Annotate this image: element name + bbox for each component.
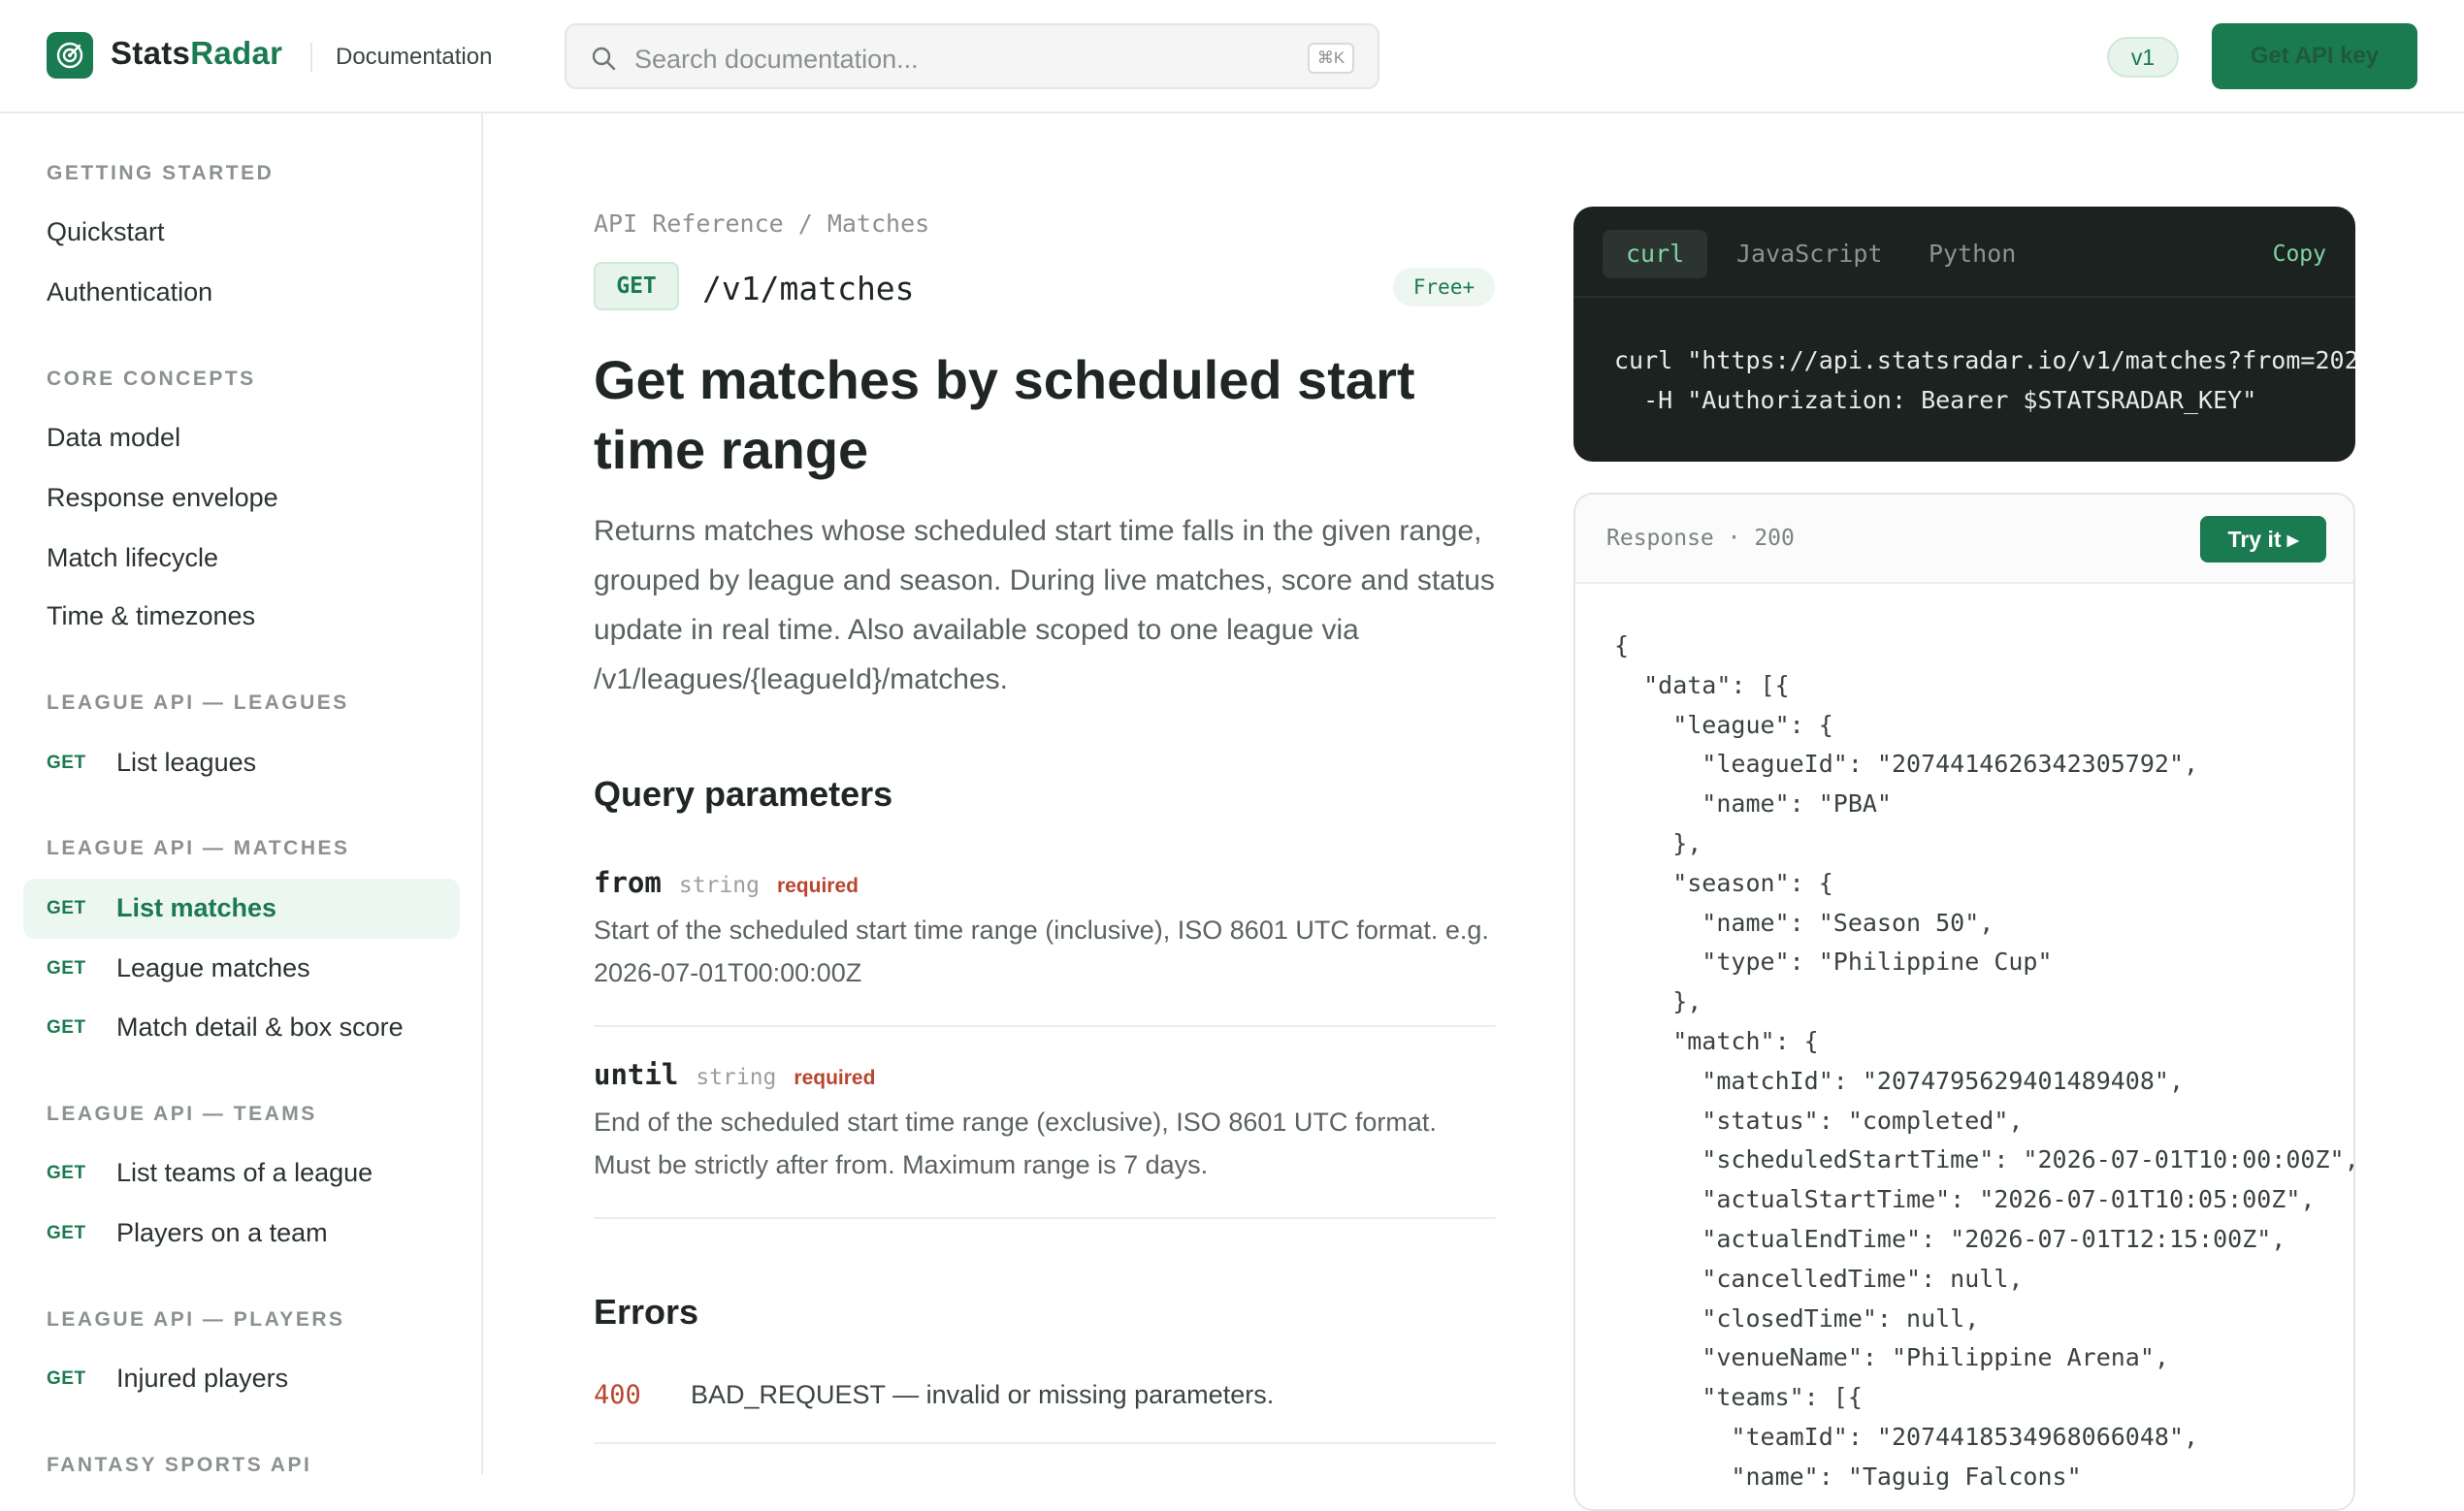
param-required-badge: required [794,1067,876,1089]
search-placeholder: Search documentation... [634,45,919,74]
query-parameters-heading: Query parameters [594,774,893,814]
try-it-button[interactable]: Try it ▸ [2200,516,2326,563]
divider [594,1217,1496,1219]
param-type: string [696,1065,777,1090]
param-until: until string required End of the scheduled… [594,1058,1496,1186]
param-name: until [594,1058,679,1091]
sidebar-item-label: Injured players [116,1364,289,1393]
sidebar-item-time-timezones[interactable]: Time & timezones [47,601,255,631]
param-description: Start of the scheduled start time range … [594,916,1489,987]
section-title: LEAGUE API — TEAMS [47,1103,317,1125]
documentation-link[interactable]: Documentation [336,44,492,71]
sidebar-item-data-model[interactable]: Data model [47,423,180,453]
section-title: LEAGUE API — LEAGUES [47,691,349,714]
section-title: FANTASY SPORTS API [47,1454,312,1474]
sidebar-item-label: League matches [116,953,310,982]
method-badge: GET [47,1223,86,1243]
search-icon [592,47,616,71]
param-required-badge: required [776,875,859,897]
tab-python[interactable]: Python [1929,230,2016,278]
divider [594,1025,1496,1027]
section-title: LEAGUE API — MATCHES [47,837,350,859]
sidebar-item-quickstart[interactable]: Quickstart [47,217,165,247]
language-tabs: curl JavaScript Python Copy [1573,207,2355,298]
sidebar-item-players-on-team[interactable]: GET Players on a team [23,1204,460,1264]
tier-badge: Free+ [1393,268,1495,306]
section-title: CORE CONCEPTS [47,368,256,390]
section-title: LEAGUE API — PLAYERS [47,1308,345,1331]
code-snippet[interactable]: curl "https://api.statsradar.io/v1/match… [1614,340,2355,420]
param-description: End of the scheduled start time range (e… [594,1108,1437,1179]
error-text: BAD_REQUEST — invalid or missing paramet… [691,1380,1275,1409]
method-badge: GET [594,262,679,310]
sidebar-item-label: List leagues [116,748,257,777]
method-badge: GET [47,958,86,979]
breadcrumb[interactable]: API Reference / Matches [594,209,929,238]
sidebar-item-injured-players[interactable]: GET Injured players [23,1349,460,1409]
brand-name[interactable]: StatsRadar [111,35,282,72]
sidebar-item-list-matches[interactable]: GET List matches [23,879,460,939]
top-header: StatsRadar Documentation Search document… [0,0,2464,113]
method-badge: GET [47,1163,86,1183]
method-badge: GET [47,898,86,918]
section-title: GETTING STARTED [47,162,275,184]
response-status: Response · 200 [1606,526,1795,551]
radar-logo-icon[interactable] [47,32,93,79]
search-shortcut-badge: ⌘K [1308,43,1354,74]
param-from: from string required Start of the schedule… [594,866,1496,994]
copy-button[interactable]: Copy [2273,241,2326,267]
get-api-key-button[interactable]: Get API key [2212,23,2417,89]
param-name: from [594,866,662,899]
code-sample-panel: curl JavaScript Python Copy curl "https:… [1573,207,2355,462]
sidebar-item-label: Match detail & box score [116,1013,404,1042]
header-divider [310,43,312,72]
page-description: Returns matches whose scheduled start ti… [594,515,1495,695]
errors-heading: Errors [594,1292,699,1332]
sidebar-item-match-detail[interactable]: GET Match detail & box score [23,998,460,1058]
param-type: string [678,873,760,898]
sidebar-item-label: List teams of a league [116,1158,373,1187]
endpoint-path: /v1/matches [702,270,915,307]
error-code: 400 [594,1380,641,1410]
page-title: Get matches by scheduled start time rang… [594,349,1415,480]
method-badge: GET [47,1368,86,1389]
sidebar-item-label: Players on a team [116,1218,328,1247]
sidebar-item-league-matches[interactable]: GET League matches [23,939,460,999]
method-badge: GET [47,753,86,773]
version-badge[interactable]: v1 [2107,37,2179,78]
method-badge: GET [47,1017,86,1038]
sidebar-item-list-leagues[interactable]: GET List leagues [23,733,460,793]
sidebar-item-response-envelope[interactable]: Response envelope [47,483,278,513]
sidebar-nav: GETTING STARTED Quickstart Authenticatio… [0,113,483,1474]
sidebar-item-authentication[interactable]: Authentication [47,277,212,307]
response-header: Response · 200 Try it ▸ [1575,495,2353,584]
response-json[interactable]: { "data": [{ "league": { "leagueId": "20… [1614,627,2353,1497]
sidebar-item-list-teams[interactable]: GET List teams of a league [23,1143,460,1204]
tab-javascript[interactable]: JavaScript [1736,230,1883,278]
sidebar-item-match-lifecycle[interactable]: Match lifecycle [47,543,218,573]
tab-curl[interactable]: curl [1603,230,1708,278]
response-panel: Response · 200 Try it ▸ { "data": [{ "le… [1573,493,2355,1511]
divider [594,1442,1496,1444]
search-input[interactable]: Search documentation... ⌘K [565,23,1379,89]
sidebar-item-label: List matches [116,893,277,922]
